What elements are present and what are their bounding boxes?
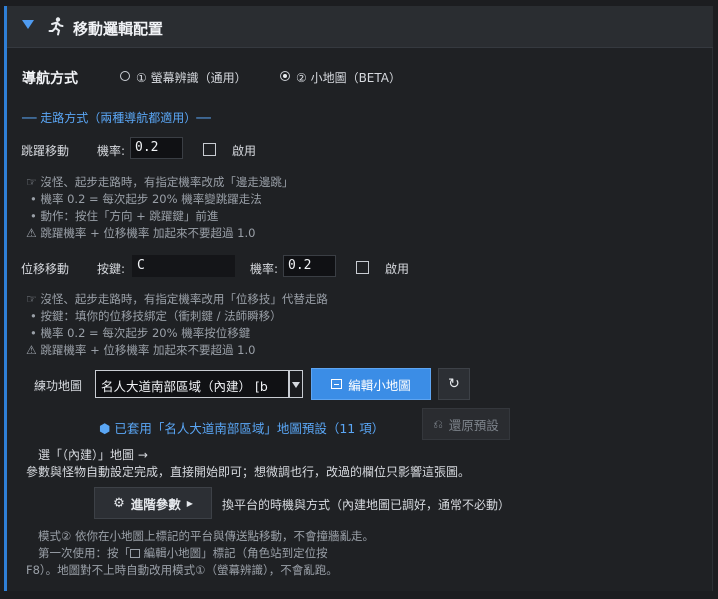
- warning-icon: ⚠: [26, 226, 37, 240]
- running-person-icon: [46, 16, 66, 36]
- chevron-down-icon[interactable]: [289, 370, 303, 398]
- footer-line-2: 第一次使用：按「 編輯小地圖」標記（角色站到定位按: [38, 546, 328, 560]
- map-icon: [331, 379, 343, 389]
- nav-mode-option-screen-label[interactable]: ① 螢幕辨識（通用）: [136, 69, 247, 86]
- displace-rate-label: 機率:: [250, 262, 279, 276]
- jump-hint-3: • 動作：按住「方向 + 跳躍鍵」前進: [30, 209, 219, 223]
- displace-hint-2: • 按鍵：填你的位移技綁定（衝刺鍵 / 法師瞬移）: [30, 309, 282, 323]
- jump-rate-label: 機率:: [97, 144, 126, 158]
- jump-enable-label[interactable]: 啟用: [232, 142, 256, 159]
- applied-preset-text: ⬢ 已套用「名人大道南部區域」地圖預設（11 項）: [99, 421, 385, 437]
- map-icon: [130, 549, 140, 558]
- warning-icon: ⚠: [26, 343, 37, 357]
- gear-icon: ⚙: [113, 495, 125, 511]
- cube-icon: ⬢: [99, 422, 111, 437]
- walk-section-title: ── 走路方式（兩種導航都適用）──: [22, 111, 211, 125]
- displace-enable-label[interactable]: 啟用: [385, 260, 409, 277]
- refresh-button[interactable]: ↻: [438, 368, 470, 400]
- info-line-2: 參數與怪物自動設定完成，直接開始即可；想微調也行，改過的欄位只影響這張圖。: [26, 465, 471, 479]
- panel-accent-bar: [4, 6, 7, 591]
- pointing-hand-icon: ☞: [26, 292, 37, 306]
- jump-hint-1: ☞ 沒怪、起步走路時，有指定機率改成「邊走邊跳」: [26, 175, 294, 189]
- nav-mode-option-minimap-label[interactable]: ② 小地圖（BETA）: [296, 69, 401, 86]
- footer-line-1: 模式② 依你在小地圖上標記的平台與傳送點移動，不會撞牆亂走。: [38, 529, 374, 543]
- edit-minimap-button[interactable]: 編輯小地圖: [311, 368, 431, 400]
- map-label: 練功地圖: [34, 379, 83, 393]
- restore-icon: ⎌: [433, 416, 443, 431]
- advanced-params-button[interactable]: ⚙ 進階參數 ▶: [94, 487, 212, 519]
- restore-default-button[interactable]: ⎌ 還原預設: [422, 408, 510, 440]
- nav-mode-radio-minimap[interactable]: [280, 71, 290, 81]
- displace-rate-input[interactable]: 0.2: [283, 255, 336, 277]
- refresh-icon: ↻: [448, 376, 460, 392]
- jump-rate-input[interactable]: 0.2: [130, 137, 183, 159]
- footer-line-3: F8）。地圖對不上時自動改用模式①（螢幕辨識），不會亂跑。: [26, 563, 338, 577]
- nav-mode-label: 導航方式: [22, 71, 78, 87]
- map-select[interactable]: 名人大道南部區域（內建） [b: [95, 370, 289, 398]
- displace-key-input[interactable]: C: [132, 255, 235, 277]
- collapse-triangle-icon[interactable]: [22, 20, 34, 29]
- nav-mode-radio-screen[interactable]: [120, 71, 130, 81]
- displace-hint-4: ⚠ 跳躍機率 + 位移機率 加起來不要超過 1.0: [26, 343, 256, 357]
- jump-enable-checkbox[interactable]: [203, 143, 216, 156]
- info-line-1: 選「（內建）」地圖 →: [38, 448, 148, 462]
- displace-enable-checkbox[interactable]: [356, 261, 369, 274]
- chevron-right-icon: ▶: [186, 498, 193, 508]
- jump-hint-4: ⚠ 跳躍機率 + 位移機率 加起來不要超過 1.0: [26, 226, 256, 240]
- jump-hint-2: • 機率 0.2 = 每次起步 20% 機率變跳躍走法: [30, 192, 262, 206]
- jump-label: 跳躍移動: [21, 144, 70, 158]
- section-title: 移動邏輯配置: [73, 20, 164, 38]
- displace-key-label: 按鍵:: [97, 262, 126, 276]
- advanced-params-desc: 換平台的時機與方式（內建地圖已調好，通常不必動）: [222, 498, 511, 512]
- displace-label: 位移移動: [21, 262, 70, 276]
- displace-hint-1: ☞ 沒怪、起步走路時，有指定機率改用「位移技」代替走路: [26, 292, 328, 306]
- displace-hint-3: • 機率 0.2 = 每次起步 20% 機率按位移鍵: [30, 326, 251, 340]
- pointing-hand-icon: ☞: [26, 175, 37, 189]
